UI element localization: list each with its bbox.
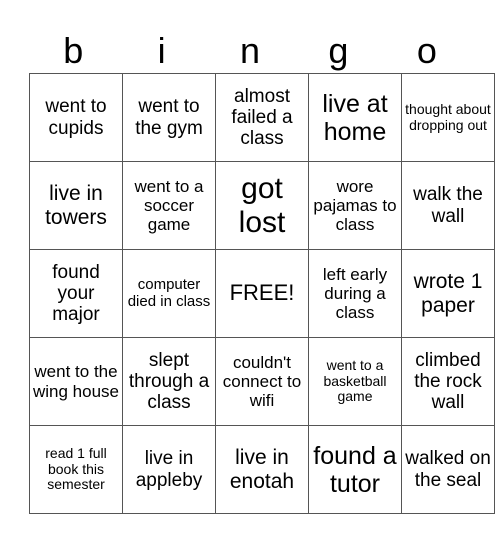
bingo-cell[interactable]: couldn't connect to wifi: [215, 337, 309, 426]
grid-row: went to the wing house slept through a c…: [29, 337, 495, 426]
header-letter-b: b: [63, 30, 84, 71]
bingo-cell[interactable]: thought about dropping out: [401, 73, 495, 162]
bingo-cell[interactable]: found your major: [29, 249, 123, 338]
bingo-cell[interactable]: wrote 1 paper: [401, 249, 495, 338]
grid-row: read 1 full book this semester live in a…: [29, 425, 495, 514]
bingo-header: b i n g o: [29, 28, 471, 73]
bingo-cell[interactable]: climbed the rock wall: [401, 337, 495, 426]
grid-row: live in towers went to a soccer game got…: [29, 161, 495, 250]
grid-row: went to cupids went to the gym almost fa…: [29, 73, 495, 162]
bingo-cell[interactable]: walk the wall: [401, 161, 495, 250]
bingo-cell[interactable]: went to the gym: [122, 73, 216, 162]
header-letter-i: i: [157, 30, 166, 71]
bingo-card-grid: went to cupids went to the gym almost fa…: [29, 73, 495, 514]
bingo-cell[interactable]: slept through a class: [122, 337, 216, 426]
header-letter-o: o: [416, 30, 437, 71]
bingo-cell[interactable]: read 1 full book this semester: [29, 425, 123, 514]
header-letter-n: n: [240, 30, 261, 71]
bingo-cell[interactable]: live in towers: [29, 161, 123, 250]
bingo-cell[interactable]: live in appleby: [122, 425, 216, 514]
bingo-cell[interactable]: almost failed a class: [215, 73, 309, 162]
bingo-cell[interactable]: computer died in class: [122, 249, 216, 338]
bingo-cell[interactable]: live at home: [308, 73, 402, 162]
header-letter-g: g: [328, 30, 349, 71]
bingo-cell[interactable]: went to the wing house: [29, 337, 123, 426]
bingo-cell[interactable]: went to a soccer game: [122, 161, 216, 250]
bingo-cell[interactable]: wore pajamas to class: [308, 161, 402, 250]
grid-row: found your major computer died in class …: [29, 249, 495, 338]
bingo-cell[interactable]: went to a basketball game: [308, 337, 402, 426]
bingo-cell[interactable]: left early during a class: [308, 249, 402, 338]
bingo-cell[interactable]: got lost: [215, 161, 309, 250]
bingo-cell[interactable]: found a tutor: [308, 425, 402, 514]
bingo-cell[interactable]: walked on the seal: [401, 425, 495, 514]
bingo-cell[interactable]: went to cupids: [29, 73, 123, 162]
bingo-cell[interactable]: live in enotah: [215, 425, 309, 514]
free-space-cell[interactable]: FREE!: [215, 249, 309, 338]
